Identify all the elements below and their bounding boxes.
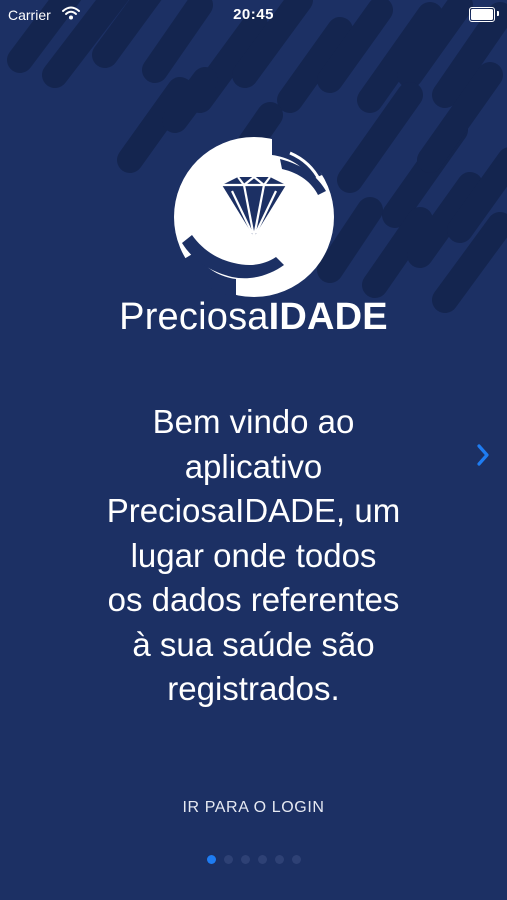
welcome-line: aplicativo [184, 447, 323, 485]
welcome-line: à sua saúde são [132, 625, 375, 663]
onboarding-screen: Carrier 20:45 PreciosaIDADE Bem vindo ao… [0, 0, 507, 900]
brand-wordmark: PreciosaIDADE [0, 296, 507, 339]
diamond-hands-logo-icon [174, 137, 334, 297]
page-dot-active[interactable] [206, 855, 216, 864]
next-page-button[interactable] [470, 440, 496, 470]
page-indicator[interactable] [0, 855, 507, 864]
page-dot[interactable] [291, 855, 301, 864]
welcome-line: registrados. [167, 670, 340, 707]
battery-icon [469, 7, 499, 22]
status-time: 20:45 [233, 6, 274, 23]
page-dot[interactable] [223, 855, 233, 864]
page-dot[interactable] [274, 855, 284, 864]
welcome-line: PreciosaIDADE, um [106, 492, 401, 529]
page-dot[interactable] [240, 855, 250, 864]
welcome-line: os dados referentes [107, 581, 400, 618]
welcome-line: lugar onde todos [130, 536, 377, 574]
page-dot[interactable] [257, 855, 267, 864]
welcome-line: Bem vindo ao [152, 403, 355, 440]
go-to-login-button[interactable]: IR PARA O LOGIN [0, 799, 507, 817]
brand-prefix: Preciosa [119, 296, 269, 338]
chevron-right-icon [477, 444, 489, 466]
status-bar: Carrier 20:45 [0, 0, 507, 30]
welcome-message: Bem vindo ao aplicativo PreciosaIDADE, u… [62, 400, 445, 712]
brand-suffix: IDADE [268, 296, 388, 338]
